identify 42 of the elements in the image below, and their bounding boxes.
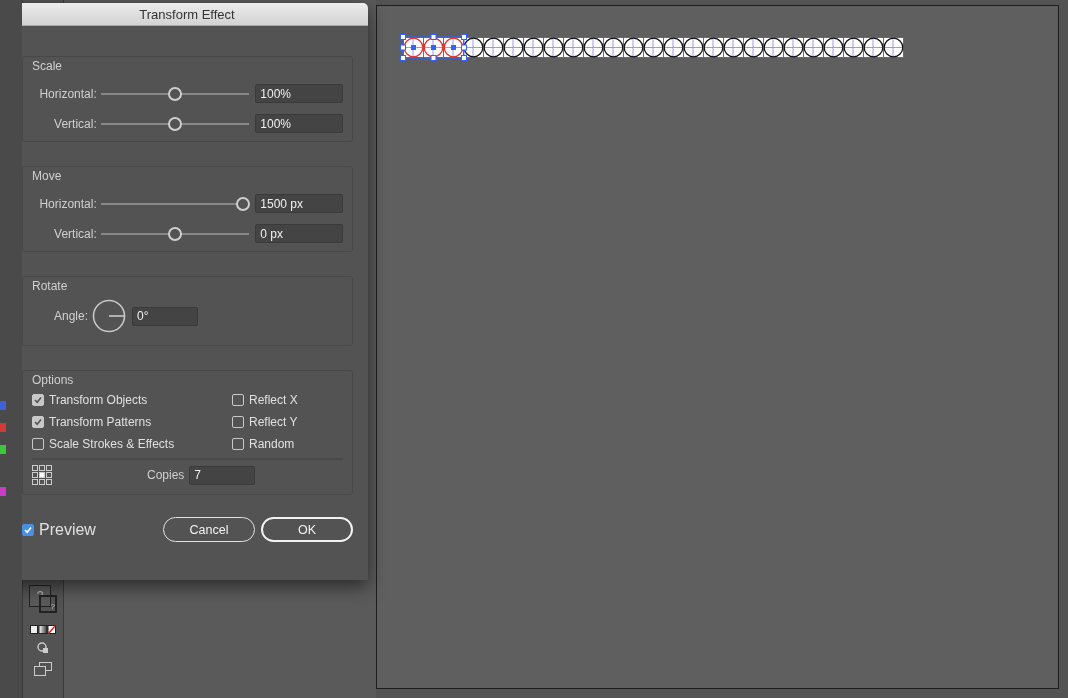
reference-point-icon[interactable] [32, 465, 52, 485]
field-label: Horizontal: [38, 196, 97, 211]
checkbox[interactable] [232, 438, 244, 450]
ok-button[interactable]: OK [261, 517, 353, 542]
slider-thumb[interactable] [168, 86, 183, 101]
checkbox-label: Reflect Y [249, 415, 298, 429]
checkbox[interactable] [32, 438, 44, 450]
checkbox[interactable] [32, 394, 44, 406]
angle-dial[interactable] [92, 299, 126, 333]
slider-thumb[interactable] [168, 116, 183, 131]
slider-thumb[interactable] [168, 226, 183, 241]
checkbox-label: Scale Strokes & Effects [49, 437, 175, 451]
field-label: Angle: [52, 309, 88, 323]
field-label: Horizontal: [38, 86, 97, 101]
drawing-mode-icon[interactable] [37, 642, 49, 654]
input-field[interactable]: 7 [189, 465, 256, 485]
checkbox-label: Reflect X [249, 393, 298, 407]
checkbox-label: Transform Patterns [49, 415, 152, 429]
input-field[interactable]: 0 px [255, 224, 343, 243]
selection-box[interactable] [400, 34, 467, 61]
section-title: Scale [32, 59, 64, 73]
checkbox-label: Transform Objects [49, 393, 148, 407]
checkbox[interactable] [232, 394, 244, 406]
checkbox-label: Preview [39, 520, 96, 539]
slider-thumb[interactable] [235, 196, 250, 211]
input-field[interactable]: 1500 px [255, 194, 343, 213]
input-field[interactable]: 100% [255, 84, 343, 103]
color-mode-icon[interactable] [30, 625, 56, 634]
input-field[interactable]: 100% [255, 114, 343, 133]
checkbox[interactable] [22, 523, 34, 536]
field-label: Copies [147, 468, 185, 482]
screen-mode-icon[interactable] [34, 662, 52, 676]
checkbox[interactable] [232, 416, 244, 428]
field-label: Vertical: [53, 116, 97, 131]
field-label: Vertical: [53, 226, 97, 241]
section-title: Move [32, 169, 63, 183]
input-field[interactable]: 0° [132, 306, 198, 326]
checkbox[interactable] [32, 416, 44, 428]
section-title: Options [32, 373, 75, 387]
section-title: Rotate [32, 279, 69, 293]
stroke-swatch[interactable]: ? [39, 595, 57, 613]
checkbox-label: Random [249, 437, 295, 451]
